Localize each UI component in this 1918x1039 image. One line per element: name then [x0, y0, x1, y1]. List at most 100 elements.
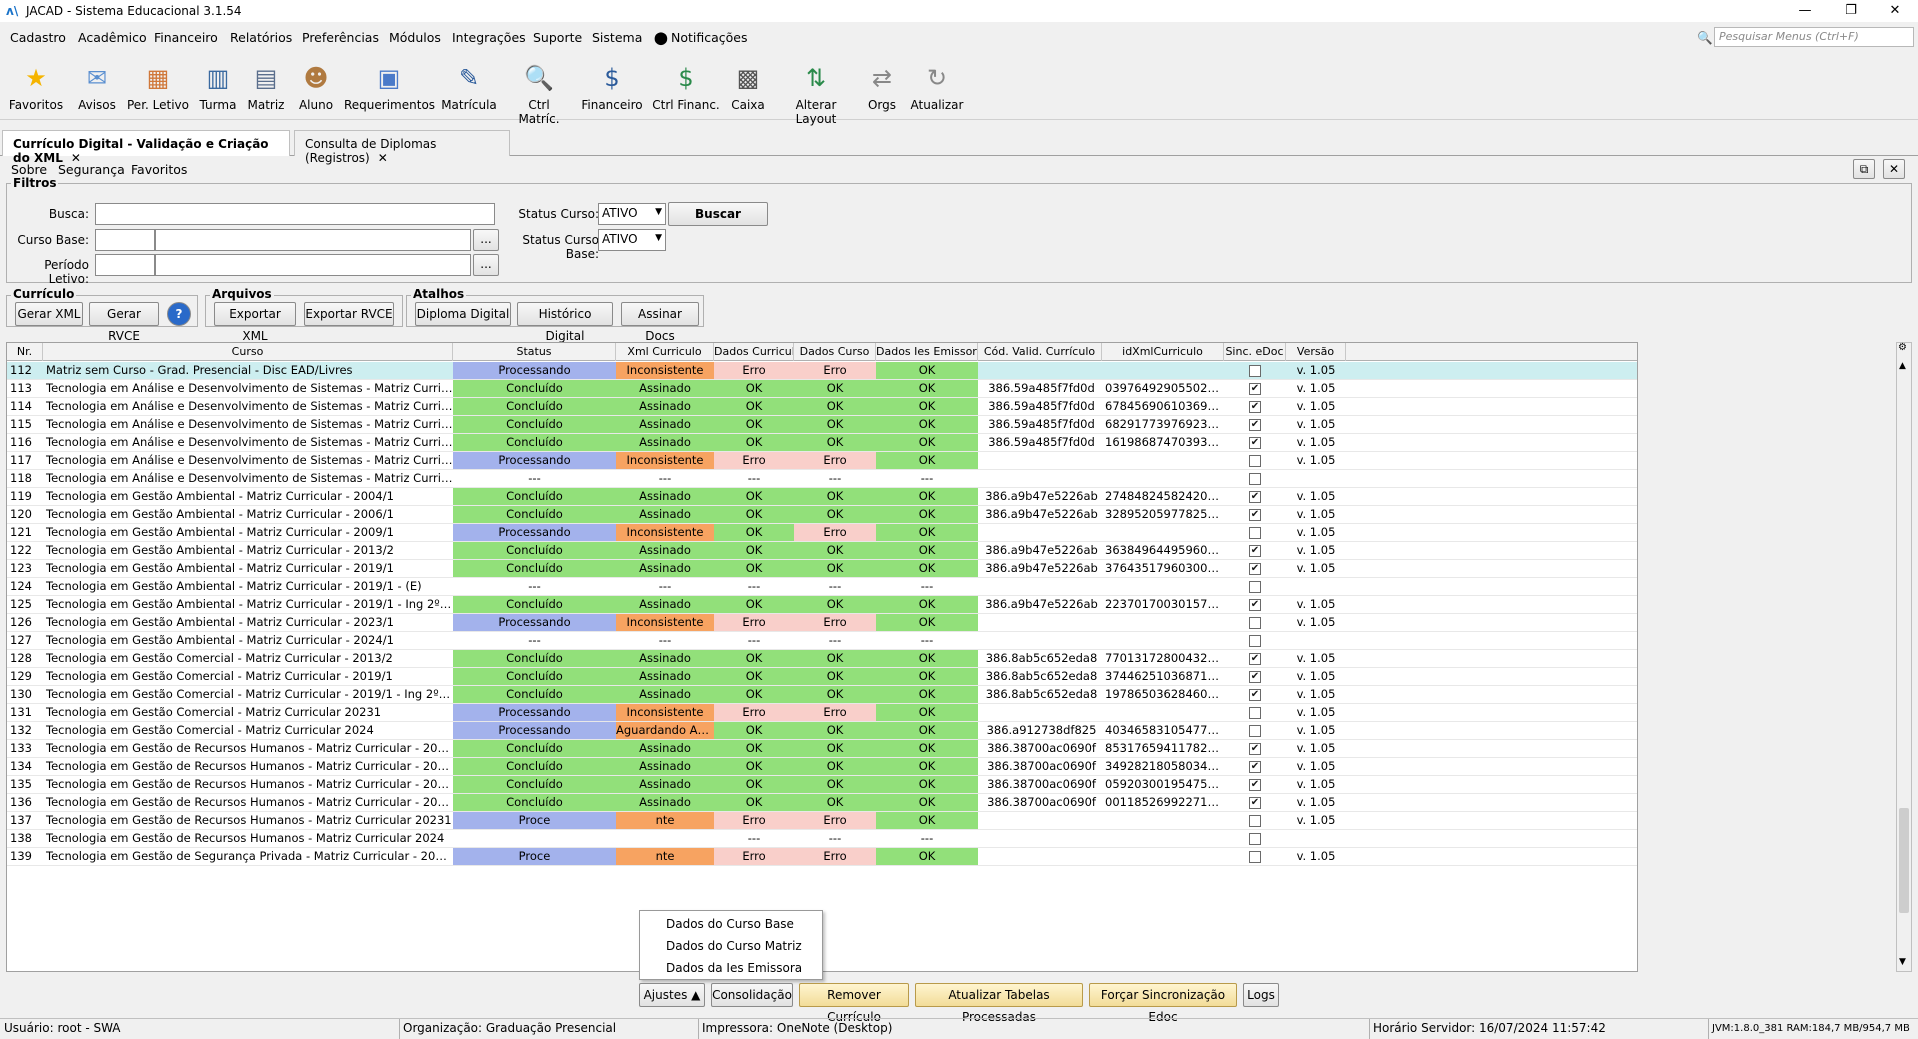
header-col-cod-valid[interactable]: Cód. Valid. Currículo [978, 343, 1102, 361]
table-row[interactable]: 128 Tecnologia em Gestão Comercial - Matr… [7, 650, 1637, 668]
menu-modulos[interactable]: Módulos [389, 30, 441, 45]
menu-cadastro[interactable]: Cadastro [10, 30, 66, 45]
table-row[interactable]: 118 Tecnologia em Análise e Desenvolvimen… [7, 470, 1637, 488]
remover-curriculo-button[interactable]: Remover Currículo [799, 983, 909, 1024]
menu-relatorios[interactable]: Relatórios [230, 30, 292, 45]
sinc-edoc-checkbox[interactable]: ✔ [1249, 401, 1261, 413]
submenu-seguranca[interactable]: Segurança [58, 162, 125, 177]
sinc-edoc-checkbox[interactable]: ✔ [1249, 491, 1261, 503]
menu-preferencias[interactable]: Preferências [302, 30, 379, 45]
curso-base-name-input[interactable] [155, 229, 471, 251]
sinc-edoc-checkbox[interactable] [1249, 527, 1261, 539]
popup-dados-curso-base[interactable]: Dados do Curso Base [666, 917, 794, 931]
sinc-edoc-checkbox[interactable]: ✔ [1249, 671, 1261, 683]
table-row[interactable]: 132 Tecnologia em Gestão Comercial - Matr… [7, 722, 1637, 740]
toolbar-matriz[interactable]: ▤ Matriz [244, 62, 288, 112]
exportar-xml-button[interactable]: Exportar XML [214, 302, 296, 343]
toolbar-ctrl-matric[interactable]: 🔍 Ctrl Matríc. [506, 62, 572, 126]
toolbar-favoritos[interactable]: ★ Favoritos [8, 62, 64, 112]
restore-button[interactable]: ❐ [1828, 0, 1874, 22]
sinc-edoc-checkbox[interactable]: ✔ [1249, 419, 1261, 431]
toolbar-ctrl-financ[interactable]: $ Ctrl Financ. [652, 62, 720, 112]
sinc-edoc-checkbox[interactable] [1249, 365, 1261, 377]
vertical-scrollbar[interactable]: ⚙ ▲ ▼ [1896, 342, 1912, 972]
logs-button[interactable]: Logs [1243, 983, 1279, 1007]
table-row[interactable]: 139 Tecnologia em Gestão de Segurança Pri… [7, 848, 1637, 866]
table-row[interactable]: 130 Tecnologia em Gestão Comercial - Matr… [7, 686, 1637, 704]
close-window-button[interactable]: ✕ [1872, 0, 1918, 22]
toolbar-orgs[interactable]: ⇄ Orgs [862, 62, 902, 112]
sinc-edoc-checkbox[interactable]: ✔ [1249, 437, 1261, 449]
exportar-rvce-button[interactable]: Exportar RVCE [304, 302, 394, 326]
forcar-sincronizacao-button[interactable]: Forçar Sincronização Edoc [1089, 983, 1237, 1024]
table-row[interactable]: 120 Tecnologia em Gestão Ambiental - Matr… [7, 506, 1637, 524]
toolbar-matricula[interactable]: ✎ Matrícula [440, 62, 498, 112]
table-row[interactable]: 122 Tecnologia em Gestão Ambiental - Matr… [7, 542, 1637, 560]
gerar-rvce-button[interactable]: Gerar RVCE [89, 302, 159, 343]
toolbar-financeiro[interactable]: $ Financeiro [580, 62, 644, 112]
sinc-edoc-checkbox[interactable] [1249, 851, 1261, 863]
toolbar-caixa[interactable]: ▩ Caixa [726, 62, 770, 112]
notifications-icon[interactable]: ⬤ [654, 30, 668, 45]
gerar-xml-button[interactable]: Gerar XML [15, 302, 83, 326]
toolbar-avisos[interactable]: ✉ Avisos [72, 62, 122, 112]
table-row[interactable]: 117 Tecnologia em Análise e Desenvolvimen… [7, 452, 1637, 470]
table-row[interactable]: 131 Tecnologia em Gestão Comercial - Matr… [7, 704, 1637, 722]
sinc-edoc-checkbox[interactable]: ✔ [1249, 761, 1261, 773]
header-col-xml-curriculo[interactable]: Xml Curriculo [616, 343, 714, 361]
table-row[interactable]: 125 Tecnologia em Gestão Ambiental - Matr… [7, 596, 1637, 614]
consolidacao-button[interactable]: Consolidação [711, 983, 793, 1007]
submenu-favoritos[interactable]: Favoritos [131, 162, 187, 177]
table-row[interactable]: 126 Tecnologia em Gestão Ambiental - Matr… [7, 614, 1637, 632]
busca-input[interactable] [95, 203, 495, 225]
menu-notificacoes[interactable]: Notificações [671, 30, 748, 45]
sinc-edoc-checkbox[interactable] [1249, 455, 1261, 467]
periodo-code-input[interactable] [95, 254, 155, 276]
table-row[interactable]: 113 Tecnologia em Análise e Desenvolvimen… [7, 380, 1637, 398]
sinc-edoc-checkbox[interactable]: ✔ [1249, 653, 1261, 665]
header-col-dados-curriculo[interactable]: Dados Curriculo [714, 343, 794, 361]
ajustes-button[interactable]: Ajustes ▲ [639, 983, 705, 1007]
table-row[interactable]: 134 Tecnologia em Gestão de Recursos Huma… [7, 758, 1637, 776]
menu-integracoes[interactable]: Integrações [452, 30, 526, 45]
assinar-docs-button[interactable]: Assinar Docs [621, 302, 699, 343]
table-row[interactable]: 121 Tecnologia em Gestão Ambiental - Matr… [7, 524, 1637, 542]
diploma-digital-button[interactable]: Diploma Digital [415, 302, 511, 326]
menu-suporte[interactable]: Suporte [533, 30, 582, 45]
sinc-edoc-checkbox[interactable] [1249, 581, 1261, 593]
table-row[interactable]: 112 Matriz sem Curso - Grad. Presencial -… [7, 362, 1637, 380]
scroll-thumb[interactable] [1899, 808, 1909, 913]
header-col-id-xml[interactable]: idXmlCurriculo [1102, 343, 1224, 361]
tab-curriculo-digital[interactable]: Currículo Digital - Validação e Criação … [2, 130, 290, 165]
toolbar-per-letivo[interactable]: ▦ Per. Letivo [126, 62, 190, 112]
close-panel-icon[interactable]: ✕ [1883, 159, 1905, 179]
table-row[interactable]: 127 Tecnologia em Gestão Ambiental - Matr… [7, 632, 1637, 650]
toolbar-turma[interactable]: ▥ Turma [196, 62, 240, 112]
menu-search-input[interactable]: Pesquisar Menus (Ctrl+F) [1714, 27, 1914, 47]
header-col-versao[interactable]: Versão [1286, 343, 1346, 361]
toolbar-alterar-layout[interactable]: ⇅ Alterar Layout [776, 62, 856, 126]
table-row[interactable]: 137 Tecnologia em Gestão de Recursos Huma… [7, 812, 1637, 830]
table-row[interactable]: 135 Tecnologia em Gestão de Recursos Huma… [7, 776, 1637, 794]
atualizar-tabelas-button[interactable]: Atualizar Tabelas Processadas [915, 983, 1083, 1024]
toolbar-requerimentos[interactable]: ▣ Requerimentos [344, 62, 435, 112]
table-row[interactable]: 114 Tecnologia em Análise e Desenvolvimen… [7, 398, 1637, 416]
table-row[interactable]: 138 Tecnologia em Gestão de Recursos Huma… [7, 830, 1637, 848]
table-row[interactable]: 129 Tecnologia em Gestão Comercial - Matr… [7, 668, 1637, 686]
sinc-edoc-checkbox[interactable]: ✔ [1249, 797, 1261, 809]
toolbar-atualizar[interactable]: ↻ Atualizar [908, 62, 966, 112]
minimize-button[interactable]: — [1782, 0, 1828, 22]
header-col-nr[interactable]: Nr. [7, 343, 43, 361]
header-col-dados-curso[interactable]: Dados Curso [794, 343, 876, 361]
header-col-sinc-edoc[interactable]: Sinc. eDoc [1224, 343, 1286, 361]
sinc-edoc-checkbox[interactable] [1249, 815, 1261, 827]
table-row[interactable]: 136 Tecnologia em Gestão de Recursos Huma… [7, 794, 1637, 812]
buscar-button[interactable]: Buscar [668, 202, 768, 226]
menu-financeiro[interactable]: Financeiro [154, 30, 218, 45]
detach-icon[interactable]: ⧉ [1853, 159, 1875, 179]
toolbar-aluno[interactable]: ☻ Aluno [294, 62, 338, 112]
sinc-edoc-checkbox[interactable]: ✔ [1249, 383, 1261, 395]
tab-consulta-diplomas[interactable]: Consulta de Diplomas (Registros) ✕ [294, 130, 510, 165]
popup-dados-curso-matriz[interactable]: Dados do Curso Matriz [666, 939, 802, 953]
sinc-edoc-checkbox[interactable] [1249, 635, 1261, 647]
